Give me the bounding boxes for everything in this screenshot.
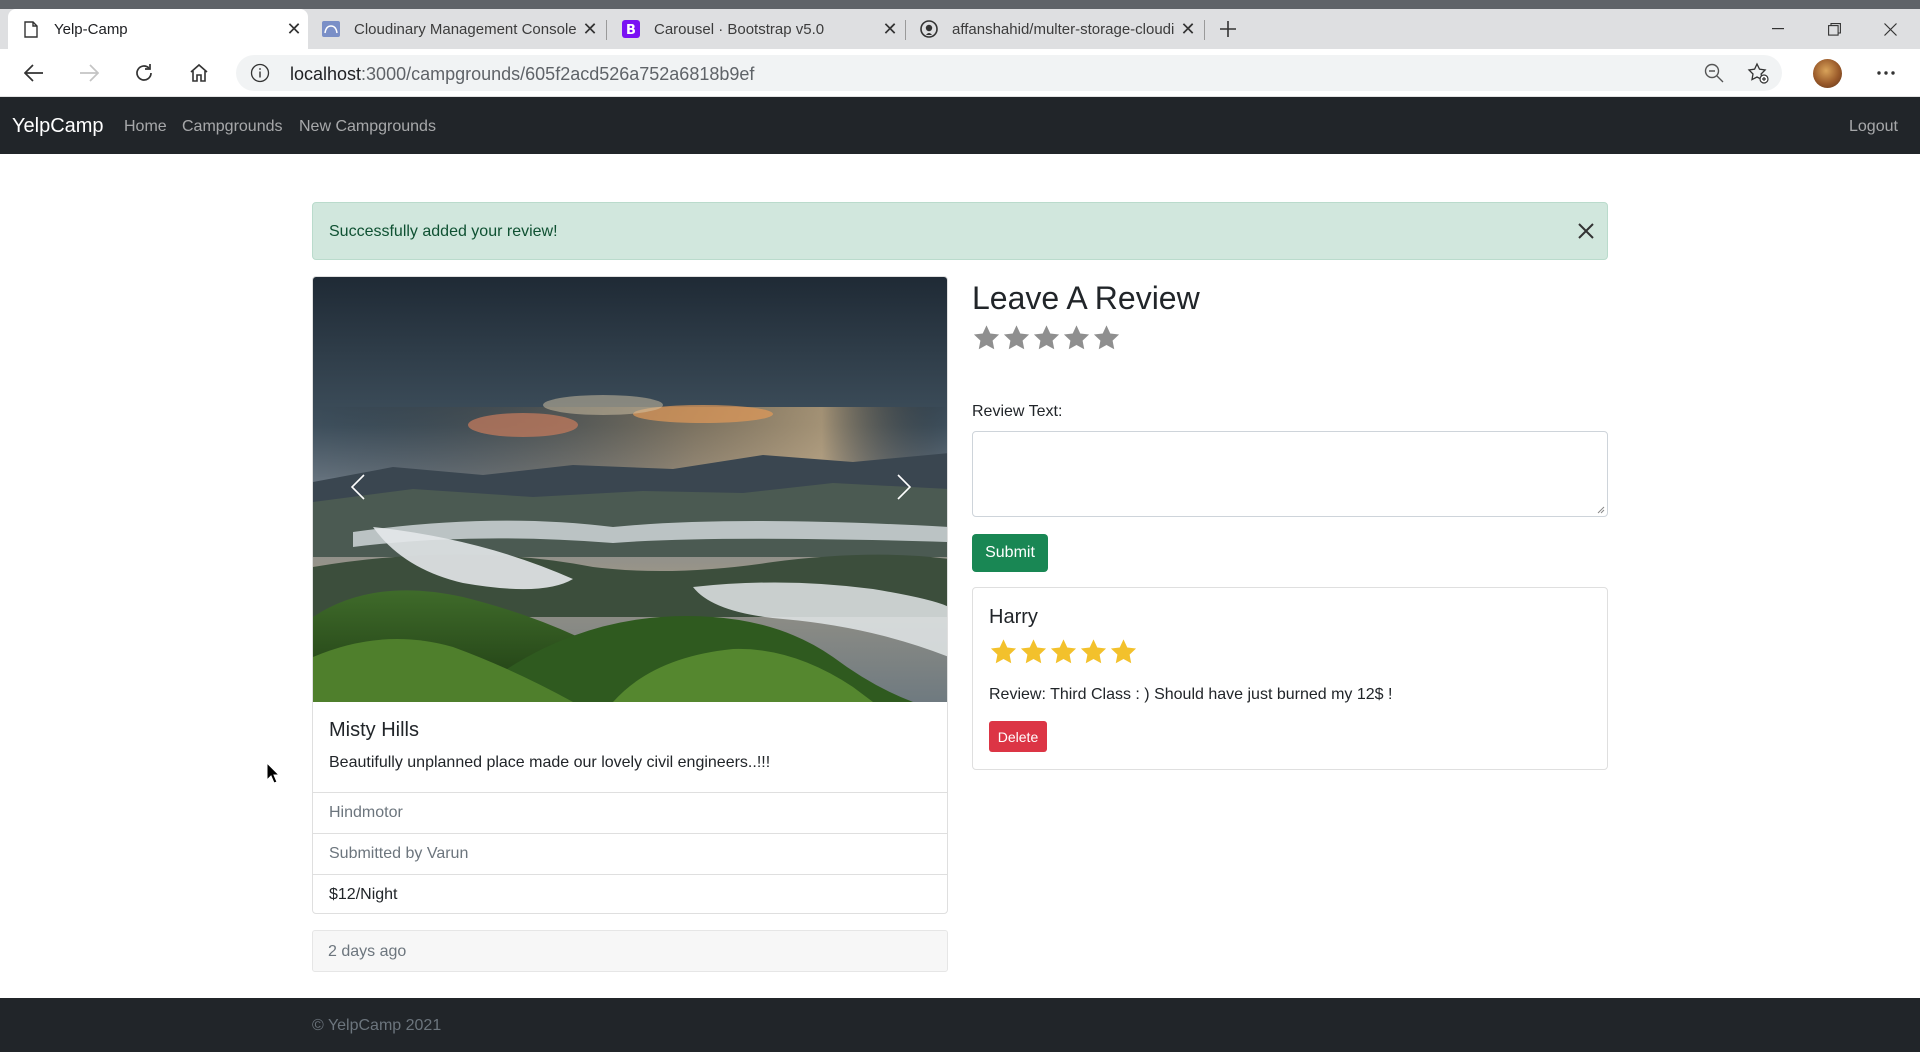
star-filled-icon: [990, 639, 1017, 664]
image-carousel: [313, 277, 947, 702]
url-host: localhost: [290, 64, 362, 84]
campground-card: Misty Hills Beautifully unplanned place …: [312, 276, 948, 914]
svg-text:B: B: [626, 23, 636, 38]
campground-author: Submitted by Varun: [313, 833, 947, 874]
close-tab-icon[interactable]: ✕: [576, 19, 604, 40]
site-footer: © YelpCamp 2021: [0, 998, 1920, 1052]
star-filled-icon: [1110, 639, 1137, 664]
nav-link-home[interactable]: Home: [124, 118, 167, 136]
carousel-next-button[interactable]: [859, 457, 947, 517]
review-form-heading: Leave A Review: [972, 280, 1200, 316]
info-icon[interactable]: [250, 63, 270, 83]
resize-grip-icon[interactable]: [1595, 504, 1605, 514]
home-icon: [190, 63, 208, 82]
navbar-brand[interactable]: YelpCamp: [12, 115, 104, 138]
profile-avatar[interactable]: [1813, 59, 1842, 88]
carousel-prev-button[interactable]: [313, 457, 403, 517]
zoom-out-icon[interactable]: [1702, 61, 1726, 85]
card-footer: 2 days ago: [312, 930, 948, 972]
nav-link-new-campground[interactable]: New Campgrounds: [299, 118, 436, 136]
browser-toolbar: localhost:3000/campgrounds/605f2acd526a7…: [0, 49, 1920, 97]
nav-link-logout[interactable]: Logout: [1849, 118, 1898, 136]
alert-message: Successfully added your review!: [329, 223, 558, 240]
success-alert: Successfully added your review!: [312, 202, 1608, 260]
mouse-cursor-icon: [266, 762, 280, 784]
tab-separator: [606, 20, 607, 40]
arrow-left-icon: [24, 64, 43, 82]
reload-button[interactable]: [128, 57, 160, 89]
plus-icon: [1220, 21, 1236, 37]
close-tab-icon[interactable]: ✕: [876, 19, 904, 40]
star-empty-icon[interactable]: [1032, 323, 1061, 352]
window-top-strip: [0, 0, 1920, 9]
campground-price: $12/Night: [313, 874, 947, 913]
star-filled-icon: [1020, 639, 1047, 664]
price-text: $12/Night: [329, 886, 398, 903]
tab-yelp-camp[interactable]: Yelp-Camp ✕: [8, 9, 308, 49]
close-window-button[interactable]: [1862, 9, 1918, 49]
posted-time: 2 days ago: [328, 943, 407, 960]
page-icon: [22, 20, 40, 38]
author-text: Submitted by Varun: [329, 845, 469, 862]
delete-review-button[interactable]: Delete: [989, 721, 1047, 752]
settings-menu-button[interactable]: [1870, 59, 1902, 87]
location-text: Hindmotor: [329, 804, 403, 821]
star-empty-icon[interactable]: [1092, 323, 1121, 352]
close-icon: [1883, 22, 1897, 36]
footer-copyright: © YelpCamp 2021: [312, 1017, 442, 1034]
minimize-icon: [1772, 28, 1784, 30]
campground-location: Hindmotor: [313, 792, 947, 833]
more-icon: [1877, 71, 1895, 75]
review-body: Review: Third Class : ) Should have just…: [989, 686, 1393, 703]
restore-button[interactable]: [1806, 9, 1862, 49]
star-empty-icon[interactable]: [1002, 323, 1031, 352]
close-tab-icon[interactable]: ✕: [1174, 19, 1202, 40]
review-rating: [989, 637, 1139, 666]
review-text-input[interactable]: [972, 431, 1608, 517]
chevron-right-icon: [897, 474, 911, 500]
star-empty-icon[interactable]: [972, 323, 1001, 352]
tab-title: affanshahid/multer-storage-cloudinary: [952, 20, 1174, 38]
add-favorite-icon[interactable]: [1746, 61, 1770, 85]
campground-photo: [313, 277, 947, 702]
rating-input[interactable]: [972, 323, 1122, 352]
campground-description: Beautifully unplanned place made our lov…: [329, 754, 771, 771]
tab-bar: Yelp-Camp ✕ Cloudinary Management Consol…: [0, 9, 1920, 49]
bootstrap-icon: B: [622, 20, 640, 38]
review-card: Harry Review: Third Class : ) Should hav…: [972, 587, 1608, 770]
home-button[interactable]: [183, 57, 215, 89]
forward-button[interactable]: [73, 57, 105, 89]
review-text-label: Review Text:: [972, 403, 1063, 420]
tab-title: Cloudinary Management Console: [354, 20, 576, 38]
star-filled-icon: [1080, 639, 1107, 664]
url-path: :3000/campgrounds/605f2acd526a752a6818b9…: [361, 64, 755, 84]
star-empty-icon[interactable]: [1062, 323, 1091, 352]
back-button[interactable]: [18, 57, 50, 89]
site-navbar: YelpCamp Home Campgrounds New Campground…: [0, 97, 1920, 154]
close-icon[interactable]: [1575, 220, 1597, 242]
tab-title: Yelp-Camp: [54, 20, 128, 38]
cloudinary-icon: [322, 20, 340, 38]
address-bar[interactable]: localhost:3000/campgrounds/605f2acd526a7…: [236, 55, 1782, 91]
github-icon: [920, 20, 938, 38]
campground-title: Misty Hills: [329, 719, 419, 741]
tab-bootstrap[interactable]: B Carousel · Bootstrap v5.0 ✕: [608, 9, 904, 49]
submit-review-button[interactable]: Submit: [972, 534, 1048, 572]
url-text: localhost:3000/campgrounds/605f2acd526a7…: [290, 64, 754, 85]
tab-github[interactable]: affanshahid/multer-storage-cloudinary ✕: [906, 9, 1202, 49]
arrow-right-icon: [80, 64, 99, 82]
new-tab-button[interactable]: [1210, 9, 1246, 49]
tab-cloudinary[interactable]: Cloudinary Management Console ✕: [308, 9, 604, 49]
minimize-button[interactable]: [1750, 9, 1806, 49]
reload-icon: [136, 64, 152, 81]
close-tab-icon[interactable]: ✕: [280, 19, 308, 40]
chevron-left-icon: [351, 474, 365, 500]
restore-icon: [1827, 22, 1841, 36]
card-body: Misty Hills Beautifully unplanned place …: [313, 702, 947, 792]
tab-separator: [1204, 20, 1205, 40]
tab-title: Carousel · Bootstrap v5.0: [654, 20, 825, 38]
star-filled-icon: [1050, 639, 1077, 664]
nav-link-campgrounds[interactable]: Campgrounds: [182, 118, 283, 136]
review-author: Harry: [989, 606, 1038, 628]
